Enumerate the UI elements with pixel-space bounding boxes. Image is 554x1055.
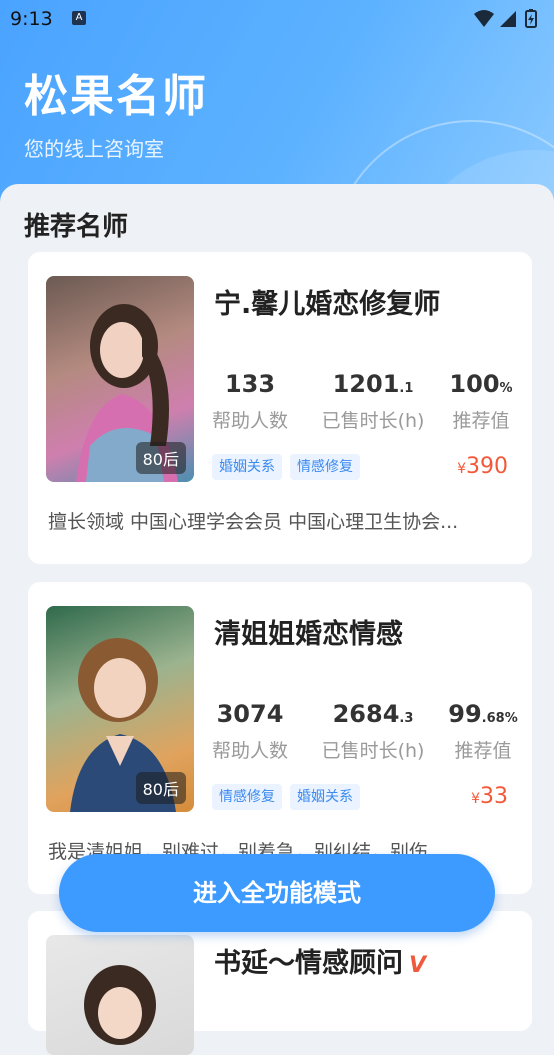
portrait-illustration (84, 965, 156, 1045)
tag: 婚姻关系 (212, 454, 282, 480)
verified-icon: V (409, 953, 427, 978)
section-title: 推荐名师 (24, 212, 129, 242)
stat-hours: 2684.3 已售时长(h) (318, 700, 428, 763)
wifi-icon (474, 10, 494, 27)
teacher-photo: 80后 (46, 606, 194, 812)
stat-helped: 133 帮助人数 (211, 370, 288, 432)
tag: 情感修复 (290, 454, 360, 480)
stat-recommend: 100% 推荐值 (446, 370, 516, 433)
price: ¥33 (471, 784, 508, 809)
stat-label: 推荐值 (452, 410, 510, 432)
teacher-name: 清姐姐婚恋情感 (214, 619, 403, 650)
teacher-card[interactable]: 80后 宁.馨儿婚恋修复师 133 帮助人数 1201.1 已售时长(h) 10… (28, 252, 532, 564)
status-icons (474, 9, 537, 28)
stat-helped: 3074 帮助人数 (211, 700, 288, 762)
teacher-description: 擅长领域 中国心理学会会员 中国心理卫生协会... (48, 511, 459, 533)
stat-label: 推荐值 (454, 740, 512, 762)
app-title: 松果名师 (24, 71, 208, 122)
teacher-photo: 80后 (46, 276, 194, 482)
teacher-photo (46, 935, 194, 1055)
age-badge: 80后 (135, 442, 186, 474)
price: ¥390 (457, 454, 508, 479)
tag: 情感修复 (212, 784, 282, 810)
enter-full-mode-button[interactable]: 进入全功能模式 (59, 854, 495, 932)
teacher-card[interactable]: 80后 清姐姐婚恋情感 3074 帮助人数 2684.3 已售时长(h) 99.… (28, 582, 532, 894)
stat-label: 帮助人数 (211, 410, 288, 432)
status-bar: 9:13 A (0, 0, 554, 38)
stat-label: 帮助人数 (211, 740, 288, 762)
stat-hours: 1201.1 已售时长(h) (318, 370, 428, 433)
teacher-name: 宁.馨儿婚恋修复师 (214, 289, 441, 320)
teacher-name: 书延～情感顾问 V (214, 948, 427, 979)
age-badge: 80后 (135, 772, 186, 804)
status-time: 9:13 (10, 8, 53, 30)
signal-icon (500, 11, 516, 27)
stat-recommend: 99.68% 推荐值 (446, 700, 520, 763)
stat-label: 已售时长(h) (321, 410, 425, 432)
stat-label: 已售时长(h) (321, 740, 425, 762)
tag: 婚姻关系 (290, 784, 360, 810)
notification-app-icon: A (72, 11, 86, 25)
app-subtitle: 您的线上咨询室 (24, 137, 164, 161)
